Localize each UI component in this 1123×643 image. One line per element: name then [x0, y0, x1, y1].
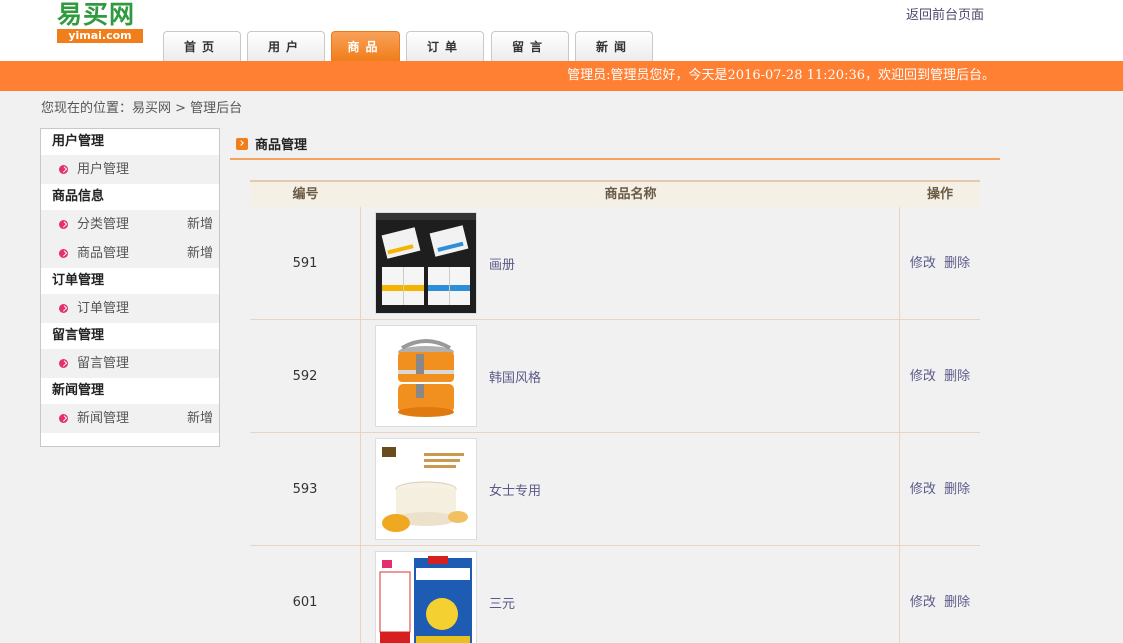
tab-orders[interactable]: 订单: [406, 31, 484, 61]
sidebar-section-users: 用户管理: [41, 129, 219, 155]
sidebar-section-orders: 订单管理: [41, 268, 219, 294]
page-title-text: 商品管理: [255, 138, 308, 153]
back-to-frontend-link[interactable]: 返回前台页面: [906, 4, 984, 23]
product-id: 592: [250, 320, 361, 432]
product-cell: 三元: [361, 546, 900, 643]
bullet-arrow-icon: [59, 359, 68, 368]
sidebar-item-product-management[interactable]: 商品管理 新增: [41, 239, 219, 268]
delete-link[interactable]: 删除: [944, 256, 970, 271]
sidebar-item-user-management[interactable]: 用户管理: [41, 155, 219, 184]
site-logo[interactable]: 易买网 yimai.com: [57, 2, 143, 43]
product-name-link[interactable]: 画册: [489, 254, 515, 273]
edit-link[interactable]: 修改: [910, 369, 936, 384]
bullet-arrow-icon: [59, 249, 68, 258]
row-actions: 修改 删除: [900, 320, 980, 432]
product-name-link[interactable]: 女士专用: [489, 480, 541, 499]
product-cell: 韩国风格: [361, 320, 900, 432]
column-header-name: 商品名称: [604, 187, 657, 202]
table-row: 592 韩国风格 修改 删除: [250, 320, 980, 433]
sidebar-section-messages: 留言管理: [41, 323, 219, 349]
product-name-link[interactable]: 韩国风格: [489, 367, 541, 386]
sidebar-item-label[interactable]: 留言管理: [77, 356, 129, 371]
tab-products[interactable]: 商品: [331, 31, 400, 61]
tab-news[interactable]: 新闻: [575, 31, 653, 61]
bullet-arrow-icon: [59, 414, 68, 423]
edit-link[interactable]: 修改: [910, 595, 936, 610]
edit-link[interactable]: 修改: [910, 482, 936, 497]
header: 易买网 yimai.com 返回前台页面 首页 用户 商品 订单 留言 新闻: [0, 0, 1123, 61]
milk-powder-can-image[interactable]: [375, 551, 477, 643]
delete-link[interactable]: 删除: [944, 595, 970, 610]
table-row: 601 三元 修改 删除: [250, 546, 980, 643]
product-cell: 画册: [361, 207, 900, 319]
sidebar-item-label[interactable]: 用户管理: [77, 162, 129, 177]
bullet-arrow-icon: [59, 304, 68, 313]
product-id: 601: [250, 546, 361, 643]
tab-users[interactable]: 用户: [247, 31, 325, 61]
table-row: 593 女士专用 修改 删除: [250, 433, 980, 546]
product-cell: 女士专用: [361, 433, 900, 545]
lunchbox-image[interactable]: [375, 325, 477, 427]
page-title: 商品管理: [236, 134, 307, 153]
cream-jar-image[interactable]: [375, 438, 477, 540]
add-product-link[interactable]: 新增: [187, 239, 213, 268]
sidebar-item-label[interactable]: 分类管理: [77, 217, 129, 232]
column-header-actions: 操作: [926, 187, 953, 202]
title-divider: [230, 158, 1000, 160]
breadcrumb: 您现在的位置：易买网 > 管理后台: [41, 101, 243, 116]
row-actions: 修改 删除: [900, 433, 980, 545]
add-category-link[interactable]: 新增: [187, 210, 213, 239]
logo-text: 易买网: [57, 0, 136, 29]
sidebar-item-label[interactable]: 订单管理: [77, 301, 129, 316]
tab-messages[interactable]: 留言: [491, 31, 569, 61]
product-id: 591: [250, 207, 361, 319]
sidebar-item-category-management[interactable]: 分类管理 新增: [41, 210, 219, 239]
welcome-bar: 管理员:管理员您好，今天是2016-07-28 11:20:36，欢迎回到管理后…: [0, 61, 1123, 91]
table-row: 591 画册 修改 删除: [250, 207, 980, 320]
sidebar: 用户管理 用户管理 商品信息 分类管理 新增 商品管理 新增 订单管理 订单管理…: [40, 128, 220, 447]
title-arrow-icon: [236, 138, 248, 150]
product-name-link[interactable]: 三元: [489, 593, 515, 612]
table-header: 编号 商品名称 操作: [250, 180, 980, 207]
add-news-link[interactable]: 新增: [187, 404, 213, 433]
sidebar-section-products: 商品信息: [41, 184, 219, 210]
column-header-id: 编号: [292, 187, 319, 202]
sidebar-item-label[interactable]: 新闻管理: [77, 411, 129, 426]
bullet-arrow-icon: [59, 220, 68, 229]
bullet-arrow-icon: [59, 165, 68, 174]
delete-link[interactable]: 删除: [944, 482, 970, 497]
welcome-text: 管理员:管理员您好，今天是2016-07-28 11:20:36，欢迎回到管理后…: [567, 68, 995, 83]
row-actions: 修改 删除: [900, 207, 980, 319]
sidebar-item-order-management[interactable]: 订单管理: [41, 294, 219, 323]
delete-link[interactable]: 删除: [944, 369, 970, 384]
row-actions: 修改 删除: [900, 546, 980, 643]
logo-domain: yimai.com: [57, 29, 143, 43]
sidebar-item-message-management[interactable]: 留言管理: [41, 349, 219, 378]
product-table: 编号 商品名称 操作 591 画册 修改 删除 592 韩国风格 修改 删除 5…: [250, 180, 980, 643]
sidebar-item-news-management[interactable]: 新闻管理 新增: [41, 404, 219, 433]
edit-link[interactable]: 修改: [910, 256, 936, 271]
sidebar-item-label[interactable]: 商品管理: [77, 246, 129, 261]
product-id: 593: [250, 433, 361, 545]
sidebar-section-news: 新闻管理: [41, 378, 219, 404]
tab-home[interactable]: 首页: [163, 31, 241, 61]
brochure-image[interactable]: [375, 212, 477, 314]
